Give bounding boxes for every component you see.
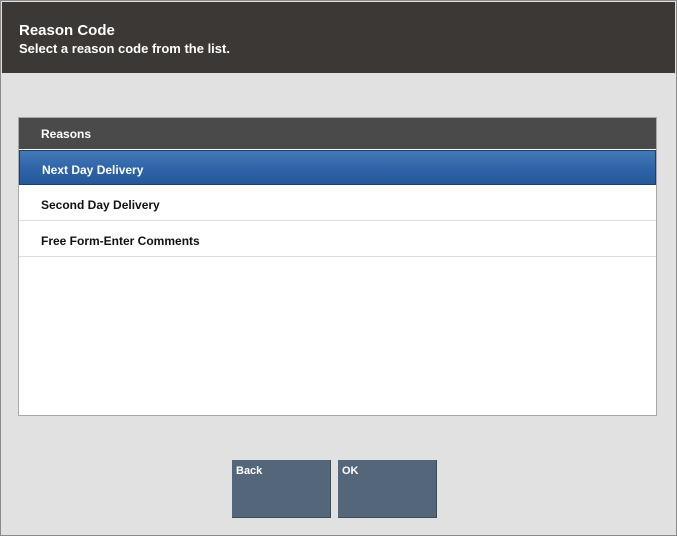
list-item-label: Next Day Delivery (42, 163, 144, 177)
reasons-column-header-label: Reasons (41, 127, 92, 141)
list-item-label: Free Form-Enter Comments (41, 234, 200, 248)
reasons-column-header: Reasons (19, 118, 656, 149)
list-item-label: Second Day Delivery (41, 198, 160, 212)
page-title: Reason Code (19, 22, 115, 39)
reason-code-dialog: Reason Code Select a reason code from th… (0, 0, 677, 536)
back-button[interactable]: Back (232, 460, 331, 518)
back-button-label: Back (236, 465, 263, 477)
list-item-free-form-enter-comments[interactable]: Free Form-Enter Comments (19, 222, 656, 257)
page-subtitle: Select a reason code from the list. (19, 41, 230, 56)
list-item-second-day-delivery[interactable]: Second Day Delivery (19, 186, 656, 221)
ok-button[interactable]: OK (338, 460, 437, 518)
ok-button-label: OK (342, 465, 359, 477)
list-item-next-day-delivery[interactable]: Next Day Delivery (19, 150, 656, 185)
dialog-header: Reason Code Select a reason code from th… (2, 2, 675, 73)
reasons-list: Reasons Next Day Delivery Second Day Del… (18, 117, 657, 416)
